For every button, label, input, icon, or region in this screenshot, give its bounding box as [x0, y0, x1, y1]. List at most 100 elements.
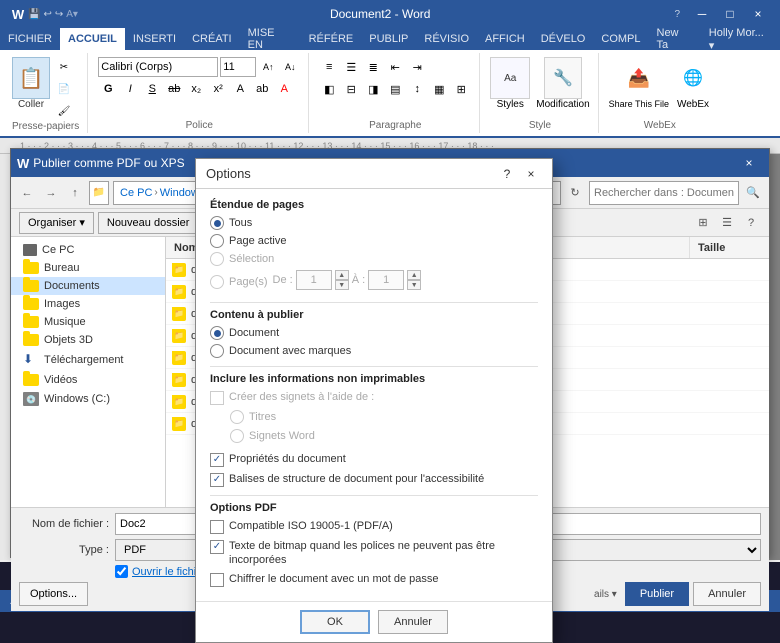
decrease-indent-button[interactable]: ⇤ — [385, 57, 405, 77]
cancel-button[interactable]: Annuler — [693, 582, 761, 606]
multilevel-list-button[interactable]: ≣ — [363, 57, 383, 77]
ribbon-tab-mise-en[interactable]: MISE EN — [240, 28, 301, 50]
view-toggle-button[interactable]: ⊞ — [693, 213, 713, 233]
ribbon-tab-publip[interactable]: PUBLIP — [361, 28, 416, 50]
sidebar-item-documents[interactable]: Documents — [11, 277, 165, 295]
organiser-button[interactable]: Organiser ▾ — [19, 212, 94, 234]
ribbon-tab-affich[interactable]: AFFICH — [477, 28, 533, 50]
options-dialog-body: Étendue de pages Tous Page active Sélect… — [196, 189, 552, 601]
ribbon-tab-creati[interactable]: CRÉATI — [184, 28, 240, 50]
options-ok-button[interactable]: OK — [300, 610, 370, 634]
sidebar-item-musique[interactable]: Musique — [11, 313, 165, 331]
line-spacing-button[interactable]: ↕ — [407, 79, 427, 99]
underline-button[interactable]: S — [142, 79, 162, 99]
align-right-button[interactable]: ◨ — [363, 79, 383, 99]
increase-indent-button[interactable]: ⇥ — [407, 57, 427, 77]
increase-font-button[interactable]: A↓ — [280, 57, 300, 77]
sidebar-item-telechargement[interactable]: ⬇ Téléchargement — [11, 349, 165, 371]
radio-document[interactable] — [210, 326, 224, 340]
italic-button[interactable]: I — [120, 79, 140, 99]
restore-button[interactable]: □ — [716, 3, 744, 25]
align-left-button[interactable]: ◧ — [319, 79, 339, 99]
options-cancel-button[interactable]: Annuler — [378, 610, 448, 634]
sidebar-item-ce-pc[interactable]: Ce PC — [11, 241, 165, 259]
share-button[interactable]: 📤 Share This File — [609, 57, 669, 109]
text-highlight-button[interactable]: ab — [252, 79, 272, 99]
options-help-button[interactable]: ? — [496, 164, 518, 184]
nav-back-button[interactable]: ← — [17, 183, 37, 203]
user-account[interactable]: Holly Mor... ▾ — [701, 28, 780, 50]
styles-button[interactable]: Aa Styles — [490, 57, 530, 110]
nav-forward-button[interactable]: → — [41, 183, 61, 203]
sidebar-item-windows-c[interactable]: 💿 Windows (C:) — [11, 389, 165, 409]
help-button[interactable]: ? — [741, 213, 761, 233]
subscript-button[interactable]: x₂ — [186, 79, 206, 99]
paste-button[interactable]: 📋 Coller — [12, 57, 50, 110]
sidebar-item-bureau[interactable]: Bureau — [11, 259, 165, 277]
pdf-dialog-close-button[interactable]: × — [735, 152, 763, 174]
open-after-publish-checkbox[interactable] — [115, 565, 128, 578]
sidebar-item-images[interactable]: Images — [11, 295, 165, 313]
strikethrough-button[interactable]: ab — [164, 79, 184, 99]
cut-button[interactable]: ✂ — [54, 57, 74, 77]
options-dialog-titlebar: Options ? × — [196, 159, 552, 189]
check-balises-row: Balises de structure de document pour l'… — [210, 472, 538, 487]
ribbon-tab-develo[interactable]: DÉVELO — [533, 28, 594, 50]
bold-button[interactable]: G — [98, 79, 118, 99]
ribbon-tab-inserti[interactable]: INSERTI — [125, 28, 184, 50]
align-center-button[interactable]: ⊟ — [341, 79, 361, 99]
ribbon-tab-fichier[interactable]: FICHIER — [0, 28, 60, 50]
folder-file-icon: 📁 — [172, 373, 186, 387]
bullet-list-button[interactable]: ≡ — [319, 57, 339, 77]
font-name-input[interactable] — [98, 57, 218, 77]
quick-access-save[interactable]: 💾 — [28, 9, 40, 20]
copy-button[interactable]: 📄 — [54, 79, 74, 99]
nav-refresh-button[interactable]: ↻ — [565, 183, 585, 203]
radio-selection-row: Sélection — [210, 252, 538, 266]
font-color-button[interactable]: A — [274, 79, 294, 99]
superscript-button[interactable]: x² — [208, 79, 228, 99]
ribbon-tab-newta[interactable]: New Ta — [649, 28, 701, 50]
folder-file-icon: 📁 — [172, 307, 186, 321]
sidebar-item-videos[interactable]: Vidéos — [11, 371, 165, 389]
numbered-list-button[interactable]: ☰ — [341, 57, 361, 77]
options-button[interactable]: Options... — [19, 582, 88, 606]
webex-button[interactable]: 🌐 WebEx — [675, 57, 711, 110]
border-button[interactable]: ⊞ — [451, 79, 471, 99]
text-effects-button[interactable]: A — [230, 79, 250, 99]
view-list-button[interactable]: ☰ — [717, 213, 737, 233]
options-dialog-footer: OK Annuler — [196, 601, 552, 642]
modification-button[interactable]: 🔧 Modification — [536, 57, 589, 110]
check-proprietes[interactable] — [210, 453, 224, 467]
check-balises[interactable] — [210, 473, 224, 487]
ribbon-tab-refere[interactable]: RÉFÉRE — [301, 28, 362, 50]
ribbon-tab-revisio[interactable]: RÉVISIO — [416, 28, 477, 50]
ribbon-tab-compl[interactable]: COMPL — [593, 28, 648, 50]
nav-up-button[interactable]: ↑ — [65, 183, 85, 203]
check-iso[interactable] — [210, 520, 224, 534]
decrease-font-button[interactable]: A↑ — [258, 57, 278, 77]
shading-button[interactable]: ▦ — [429, 79, 449, 99]
search-input[interactable] — [589, 181, 739, 205]
search-button[interactable]: 🔍 — [743, 183, 763, 203]
minimize-button[interactable]: ─ — [688, 3, 716, 25]
ribbon-tab-accueil[interactable]: ACCUEIL — [60, 28, 125, 50]
quick-access-undo[interactable]: ↩ — [43, 9, 51, 20]
radio-page-active[interactable] — [210, 234, 224, 248]
nouveau-dossier-button[interactable]: Nouveau dossier — [98, 212, 199, 234]
format-painter-button[interactable]: 🖌 — [54, 101, 74, 121]
justify-button[interactable]: ▤ — [385, 79, 405, 99]
ribbon-group-police: A↑ A↓ G I S ab x₂ x² A ab A Police — [90, 53, 309, 133]
to-input — [368, 270, 404, 290]
sidebar-item-objets3d[interactable]: Objets 3D — [11, 331, 165, 349]
check-chiffrer[interactable] — [210, 573, 224, 587]
radio-tous[interactable] — [210, 216, 224, 230]
close-button[interactable]: × — [744, 3, 772, 25]
radio-doc-avec-marques[interactable] — [210, 344, 224, 358]
bc-ce-pc[interactable]: Ce PC — [120, 187, 152, 199]
font-size-input[interactable] — [220, 57, 256, 77]
publish-button[interactable]: Publier — [625, 582, 689, 606]
quick-access-redo[interactable]: ↪ — [55, 9, 63, 20]
check-bitmap[interactable] — [210, 540, 224, 554]
options-close-button[interactable]: × — [520, 164, 542, 184]
